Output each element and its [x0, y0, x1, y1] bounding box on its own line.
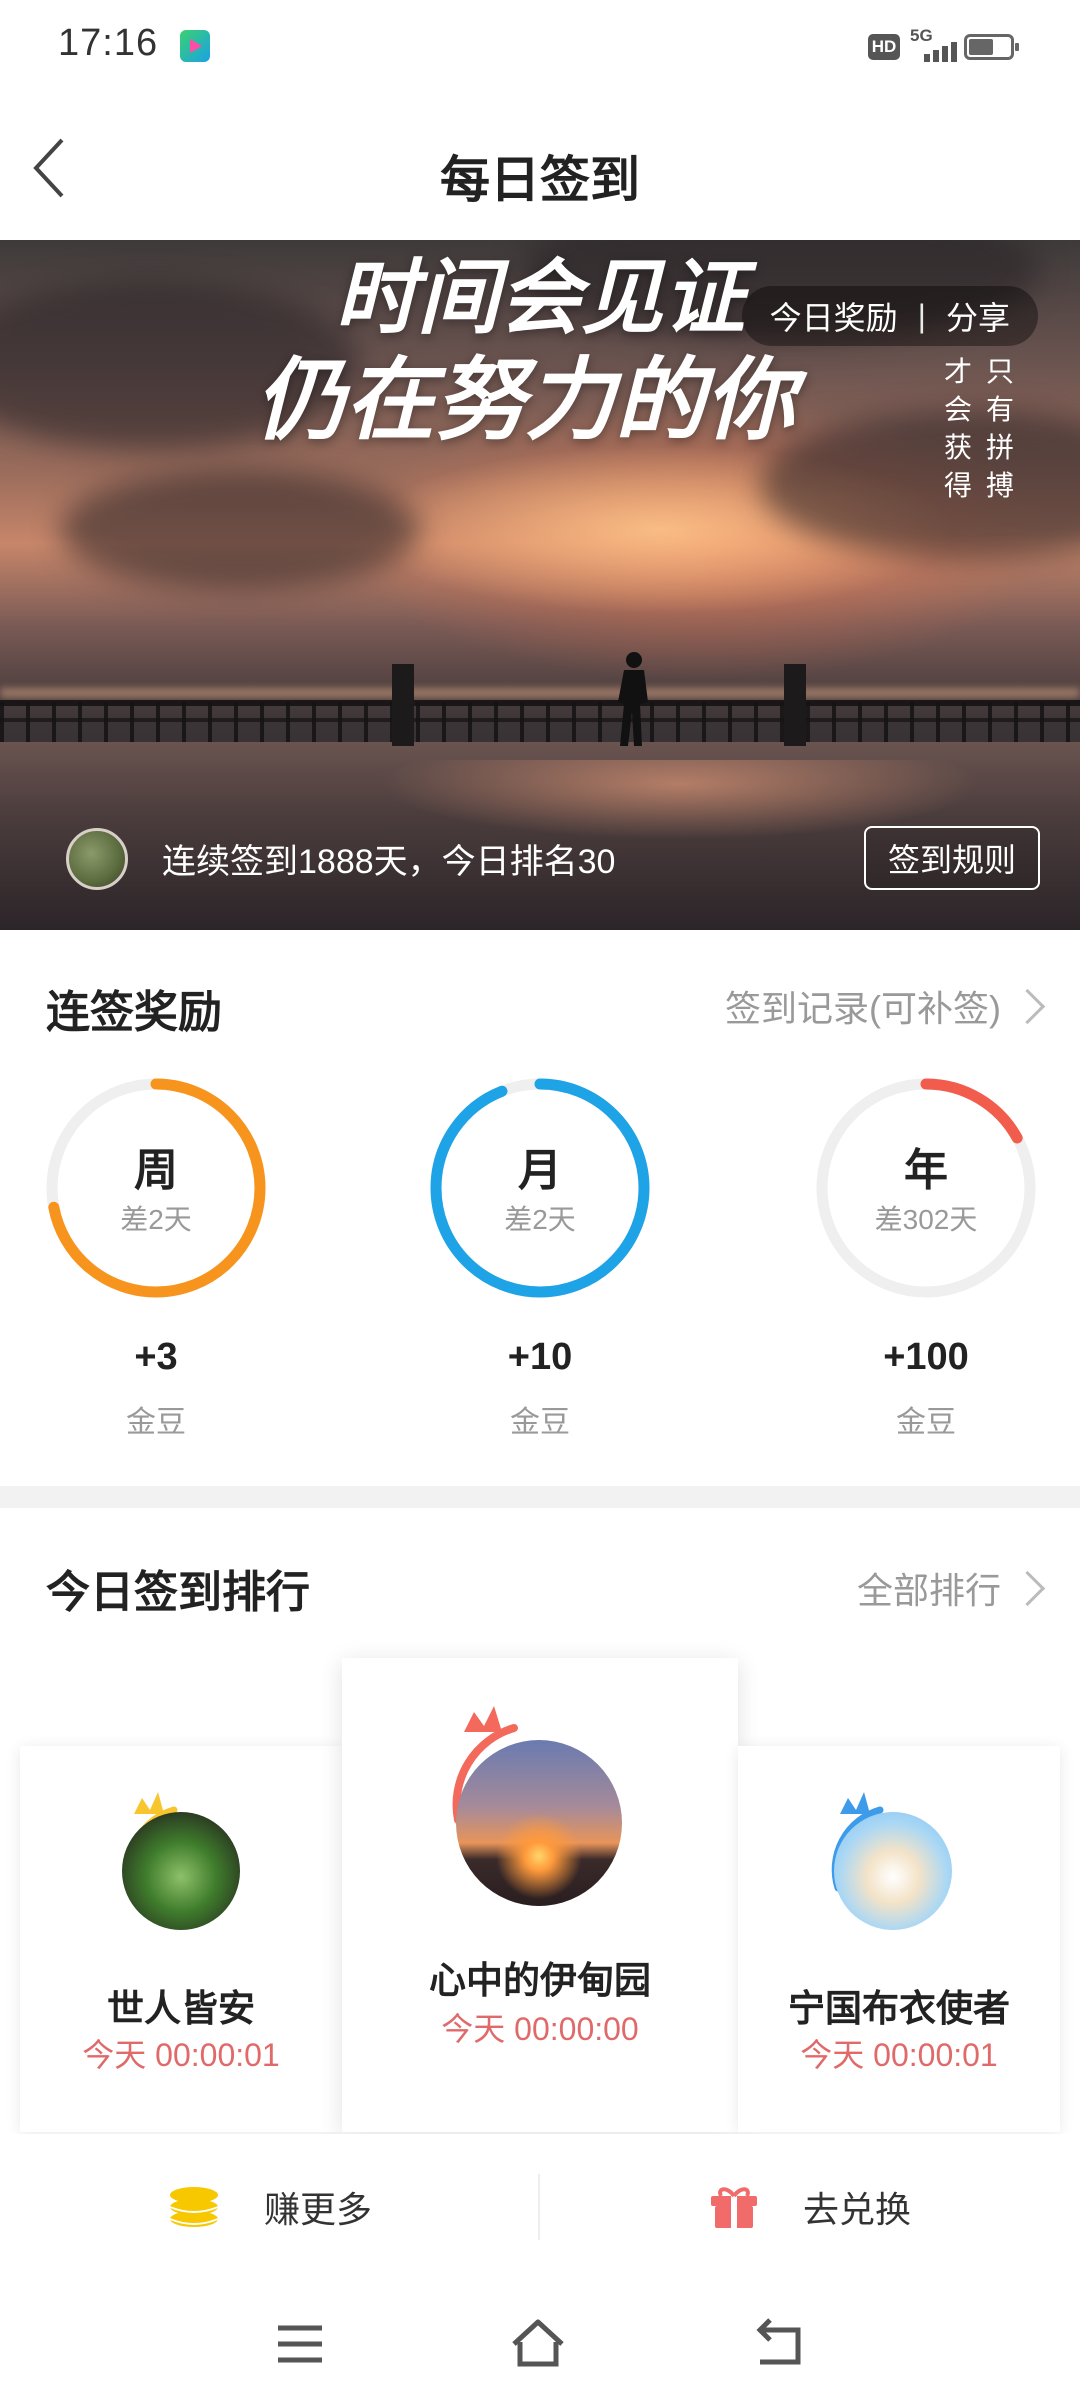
ranking-card-first[interactable]: 心中的伊甸园 今天 00:00:00 — [342, 1658, 738, 2132]
battery-icon — [964, 34, 1019, 60]
sign-in-banner: 时间会见证 仍在努力的你 才 会 获 得 只 有 拼 搏 今日奖励 | 分享 连… — [0, 240, 1080, 930]
ranking-title: 今日签到排行 — [46, 1568, 310, 1617]
reward-unit: 金豆 — [126, 1406, 186, 1439]
header: 每日签到 — [0, 96, 1080, 240]
progress-ring: 月 差2天 — [428, 1076, 652, 1300]
reward-amount: +10 — [507, 1336, 573, 1378]
banner-slogan: 时间会见证 仍在努力的你 — [255, 248, 820, 452]
progress-ring: 周 差2天 — [44, 1076, 268, 1300]
coins-icon — [169, 2187, 219, 2227]
back-nav-icon[interactable] — [750, 2316, 810, 2372]
ranking-card-second[interactable]: 世人皆安 今天 00:00:01 — [20, 1746, 342, 2132]
ring-period: 年 — [904, 1146, 948, 1195]
sign-in-rules-button[interactable]: 签到规则 — [863, 826, 1040, 890]
month-reward: 月 差2天 +10 金豆 — [428, 1076, 652, 1441]
ring-remaining: 差2天 — [120, 1204, 192, 1235]
streak-rewards-title: 连签奖励 — [46, 988, 222, 1037]
redeem-button[interactable]: 去兑换 — [540, 2134, 1080, 2280]
streak-text: 连续签到1888天，今日排名30 — [162, 843, 616, 881]
menu-icon[interactable] — [270, 2316, 330, 2372]
video-app-icon — [180, 30, 210, 62]
week-reward: 周 差2天 +3 金豆 — [44, 1076, 268, 1441]
status-bar: 17:16 HD 5G — [0, 0, 1080, 96]
hd-icon: HD — [868, 34, 900, 60]
astronaut-avatar[interactable] — [834, 1812, 952, 1930]
reward-unit: 金豆 — [896, 1406, 956, 1439]
ring-period: 月 — [518, 1146, 562, 1195]
ring-remaining: 差302天 — [874, 1204, 978, 1235]
beetle-avatar[interactable] — [122, 1812, 240, 1930]
ring-period: 周 — [134, 1146, 178, 1195]
side-text-col-2: 才 会 获 得 — [944, 355, 973, 502]
person-silhouette — [618, 652, 648, 746]
sunset-avatar[interactable] — [456, 1740, 622, 1906]
rank-time: 今天 00:00:00 — [441, 2011, 639, 2047]
network-type: 5G — [910, 26, 933, 45]
year-reward: 年 差302天 +100 金豆 — [814, 1076, 1038, 1441]
redeem-label: 去兑换 — [802, 2189, 911, 2230]
chevron-right-icon — [1009, 1570, 1046, 1606]
rank-time: 今天 00:00:01 — [82, 2037, 280, 2073]
reward-amount: +100 — [883, 1336, 969, 1378]
rank-name: 宁国布衣使者 — [788, 1988, 1010, 2029]
bottom-action-bar: 赚更多 去兑换 — [0, 2134, 1080, 2280]
rank-name: 世人皆安 — [107, 1988, 255, 2029]
side-text-col-1: 只 有 拼 搏 — [986, 355, 1015, 502]
share-link[interactable]: 分享 — [946, 293, 1010, 339]
all-ranking-label: 全部排行 — [856, 1570, 1001, 1611]
rank-name: 心中的伊甸园 — [429, 1960, 651, 2001]
today-reward-pill: 今日奖励 | 分享 — [741, 286, 1038, 346]
ranking-card-third[interactable]: 宁国布衣使者 今天 00:00:01 — [738, 1746, 1060, 2132]
earn-more-button[interactable]: 赚更多 — [0, 2134, 540, 2280]
rank-time: 今天 00:00:01 — [800, 2037, 998, 2073]
system-nav-bar — [0, 2280, 1080, 2404]
user-avatar[interactable] — [66, 828, 128, 890]
home-icon[interactable] — [508, 2316, 568, 2372]
chevron-right-icon — [1009, 988, 1046, 1024]
pill-separator: | — [917, 297, 926, 334]
section-divider — [0, 1486, 1080, 1508]
sign-in-record-link[interactable]: 签到记录(可补签) — [725, 980, 1046, 1032]
all-ranking-link[interactable]: 全部排行 — [856, 1562, 1046, 1614]
progress-ring: 年 差302天 — [814, 1076, 1038, 1300]
gift-icon — [710, 2187, 757, 2228]
reward-amount: +3 — [134, 1336, 178, 1378]
page-title: 每日签到 — [440, 152, 640, 208]
banner-side-text: 才 会 获 得 只 有 拼 搏 — [944, 353, 1014, 505]
reward-unit: 金豆 — [510, 1406, 570, 1439]
signal-icon: 5G — [910, 26, 960, 62]
slogan-line-2: 仍在努力的你 — [255, 347, 795, 453]
slogan-line-1: 时间会见证 — [335, 250, 745, 346]
ring-remaining: 差2天 — [504, 1204, 576, 1235]
earn-more-label: 赚更多 — [263, 2189, 372, 2230]
status-time: 17:16 — [58, 22, 159, 64]
today-reward-link[interactable]: 今日奖励 — [770, 293, 898, 339]
sign-in-record-label: 签到记录(可补签) — [725, 988, 1001, 1029]
